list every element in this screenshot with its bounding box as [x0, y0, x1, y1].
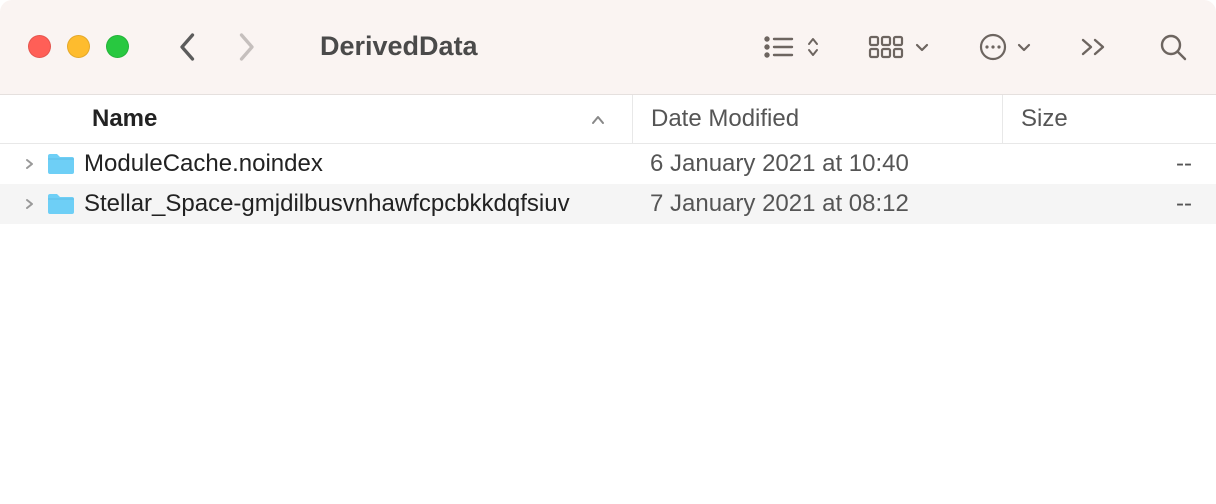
- close-button[interactable]: [28, 35, 51, 58]
- table-row[interactable]: Stellar_Space-gmjdilbusvnhawfcpcbkkdqfsi…: [0, 184, 1216, 224]
- empty-row: [0, 424, 1216, 464]
- forward-button[interactable]: [237, 32, 255, 62]
- window-title: DerivedData: [320, 31, 478, 62]
- cell-date: 7 January 2021 at 08:12: [632, 190, 1002, 218]
- toolbar-buttons: [762, 32, 1188, 62]
- empty-row: [0, 384, 1216, 424]
- table-row[interactable]: ModuleCache.noindex 6 January 2021 at 10…: [0, 144, 1216, 184]
- navigation-arrows: [179, 32, 255, 62]
- cell-size: --: [1002, 150, 1216, 178]
- search-button[interactable]: [1158, 32, 1188, 62]
- column-header-size[interactable]: Size: [1002, 95, 1216, 143]
- column-headers: Name Date Modified Size: [0, 95, 1216, 144]
- cell-name: Stellar_Space-gmjdilbusvnhawfcpcbkkdqfsi…: [0, 190, 632, 218]
- sort-ascending-icon: [590, 105, 606, 133]
- view-mode-button[interactable]: [762, 34, 820, 60]
- file-name: ModuleCache.noindex: [84, 150, 323, 178]
- cell-date: 6 January 2021 at 10:40: [632, 150, 1002, 178]
- column-label: Size: [1021, 105, 1068, 133]
- minimize-button[interactable]: [67, 35, 90, 58]
- cell-name: ModuleCache.noindex: [0, 150, 632, 178]
- empty-row: [0, 344, 1216, 384]
- column-header-name[interactable]: Name: [0, 95, 632, 143]
- column-header-date[interactable]: Date Modified: [632, 95, 1002, 143]
- finder-window: DerivedData: [0, 0, 1216, 504]
- group-button[interactable]: [868, 34, 930, 60]
- column-label: Name: [92, 105, 157, 133]
- empty-row: [0, 264, 1216, 304]
- overflow-button[interactable]: [1080, 36, 1110, 58]
- toolbar: DerivedData: [0, 0, 1216, 95]
- folder-icon: [46, 152, 76, 176]
- disclosure-triangle[interactable]: [24, 150, 38, 178]
- file-list: ModuleCache.noindex 6 January 2021 at 10…: [0, 144, 1216, 504]
- folder-icon: [46, 192, 76, 216]
- traffic-lights: [28, 35, 129, 58]
- empty-row: [0, 224, 1216, 264]
- empty-row: [0, 304, 1216, 344]
- disclosure-triangle[interactable]: [24, 190, 38, 218]
- cell-size: --: [1002, 190, 1216, 218]
- back-button[interactable]: [179, 32, 197, 62]
- file-name: Stellar_Space-gmjdilbusvnhawfcpcbkkdqfsi…: [84, 190, 570, 218]
- action-button[interactable]: [978, 32, 1032, 62]
- maximize-button[interactable]: [106, 35, 129, 58]
- empty-row: [0, 464, 1216, 504]
- column-label: Date Modified: [651, 105, 799, 133]
